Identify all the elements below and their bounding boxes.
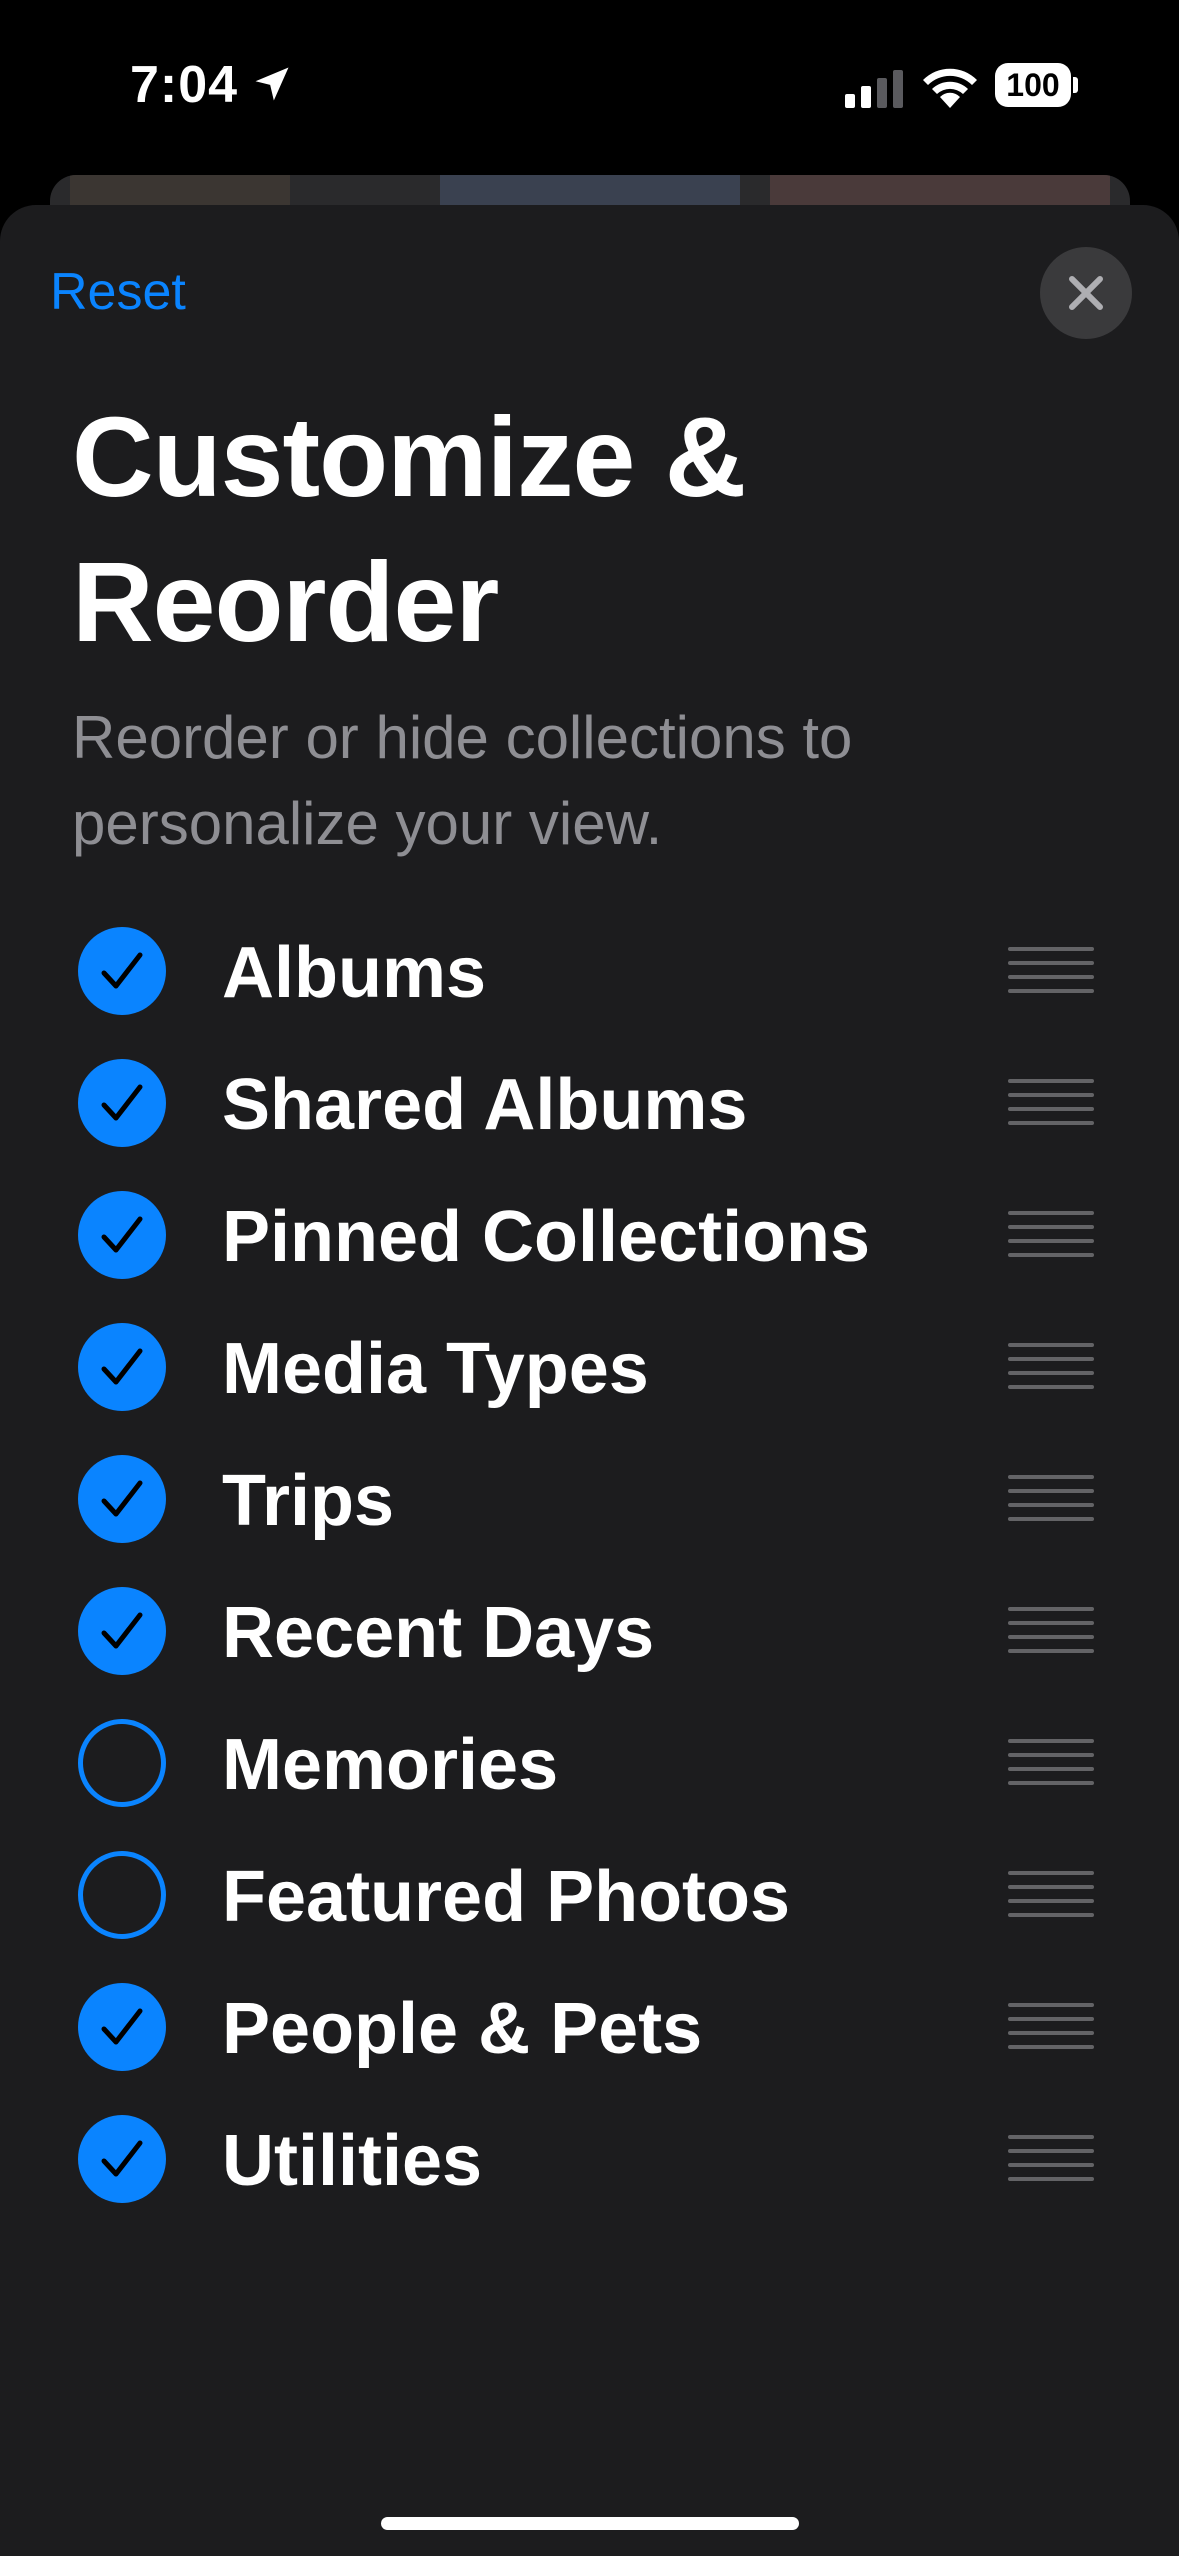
reorder-handle-icon[interactable] bbox=[1008, 2135, 1094, 2183]
checkmark-circle-icon[interactable] bbox=[78, 1983, 166, 2071]
close-icon bbox=[1069, 276, 1103, 310]
list-item[interactable]: Albums bbox=[0, 905, 1179, 1037]
list-item[interactable]: Shared Albums bbox=[0, 1037, 1179, 1169]
battery-level: 100 bbox=[995, 63, 1071, 107]
sheet-title: Customize & Reorder bbox=[72, 394, 746, 665]
home-indicator[interactable] bbox=[381, 2517, 799, 2530]
checkmark-icon bbox=[101, 1480, 143, 1517]
reorder-handle-icon[interactable] bbox=[1008, 1079, 1094, 1127]
list-item[interactable]: Utilities bbox=[0, 2093, 1179, 2225]
reorder-handle-icon[interactable] bbox=[1008, 1475, 1094, 1523]
battery-cap bbox=[1073, 77, 1078, 93]
empty-circle-icon[interactable] bbox=[78, 1851, 166, 1939]
list-item[interactable]: Pinned Collections bbox=[0, 1169, 1179, 1301]
list-item-label: People & Pets bbox=[222, 1989, 703, 2069]
checkmark-circle-icon[interactable] bbox=[78, 1191, 166, 1279]
reorder-handle-icon[interactable] bbox=[1008, 1739, 1094, 1787]
sheet-subtitle: Reorder or hide collections to personali… bbox=[72, 704, 853, 857]
reorder-handle-icon[interactable] bbox=[1008, 1343, 1094, 1391]
checkmark-icon bbox=[101, 1612, 143, 1649]
battery-icon: 100 bbox=[995, 63, 1078, 107]
checkmark-icon bbox=[101, 1084, 143, 1121]
list-item-label: Featured Photos bbox=[222, 1857, 791, 1937]
checkmark-circle-icon[interactable] bbox=[78, 2115, 166, 2203]
status-bar: 7:04 100 bbox=[0, 0, 1179, 175]
list-item[interactable]: Recent Days bbox=[0, 1565, 1179, 1697]
list-item-label: Albums bbox=[222, 933, 487, 1013]
checkmark-icon bbox=[101, 2008, 143, 2045]
checkmark-circle-icon[interactable] bbox=[78, 1323, 166, 1411]
checkmark-circle-icon[interactable] bbox=[78, 1059, 166, 1147]
list-item[interactable]: Memories bbox=[0, 1697, 1179, 1829]
list-item-label: Memories bbox=[222, 1725, 559, 1805]
reorder-handle-icon[interactable] bbox=[1008, 947, 1094, 995]
reorder-handle-icon[interactable] bbox=[1008, 2003, 1094, 2051]
customize-sheet: Reset Customize & Reorder Reorder or hid… bbox=[0, 205, 1179, 2556]
reorder-handle-icon[interactable] bbox=[1008, 1607, 1094, 1655]
status-time: 7:04 bbox=[130, 56, 239, 114]
reorder-handle-icon[interactable] bbox=[1008, 1211, 1094, 1259]
list-item-label: Pinned Collections bbox=[222, 1197, 871, 1277]
wifi-icon bbox=[923, 68, 977, 108]
checkmark-icon bbox=[101, 2140, 143, 2177]
list-item-label: Trips bbox=[222, 1461, 395, 1541]
list-item[interactable]: Media Types bbox=[0, 1301, 1179, 1433]
reorder-handle-icon[interactable] bbox=[1008, 1871, 1094, 1919]
list-item-label: Recent Days bbox=[222, 1593, 655, 1673]
list-item-label: Media Types bbox=[222, 1329, 649, 1409]
list-item[interactable]: Trips bbox=[0, 1433, 1179, 1565]
checkmark-icon bbox=[101, 952, 143, 989]
checkmark-circle-icon[interactable] bbox=[78, 927, 166, 1015]
list-item[interactable]: Featured Photos bbox=[0, 1829, 1179, 1961]
list-item[interactable]: People & Pets bbox=[0, 1961, 1179, 2093]
close-button[interactable] bbox=[1040, 247, 1132, 339]
checkmark-icon bbox=[101, 1216, 143, 1253]
list-item-label: Shared Albums bbox=[222, 1065, 748, 1145]
list-item-label: Utilities bbox=[222, 2121, 483, 2201]
empty-circle-icon[interactable] bbox=[78, 1719, 166, 1807]
checkmark-icon bbox=[101, 1348, 143, 1385]
location-arrow-icon bbox=[255, 67, 289, 101]
checkmark-circle-icon[interactable] bbox=[78, 1587, 166, 1675]
cellular-signal-icon bbox=[845, 70, 903, 108]
reset-button[interactable]: Reset bbox=[50, 262, 186, 322]
checkmark-circle-icon[interactable] bbox=[78, 1455, 166, 1543]
